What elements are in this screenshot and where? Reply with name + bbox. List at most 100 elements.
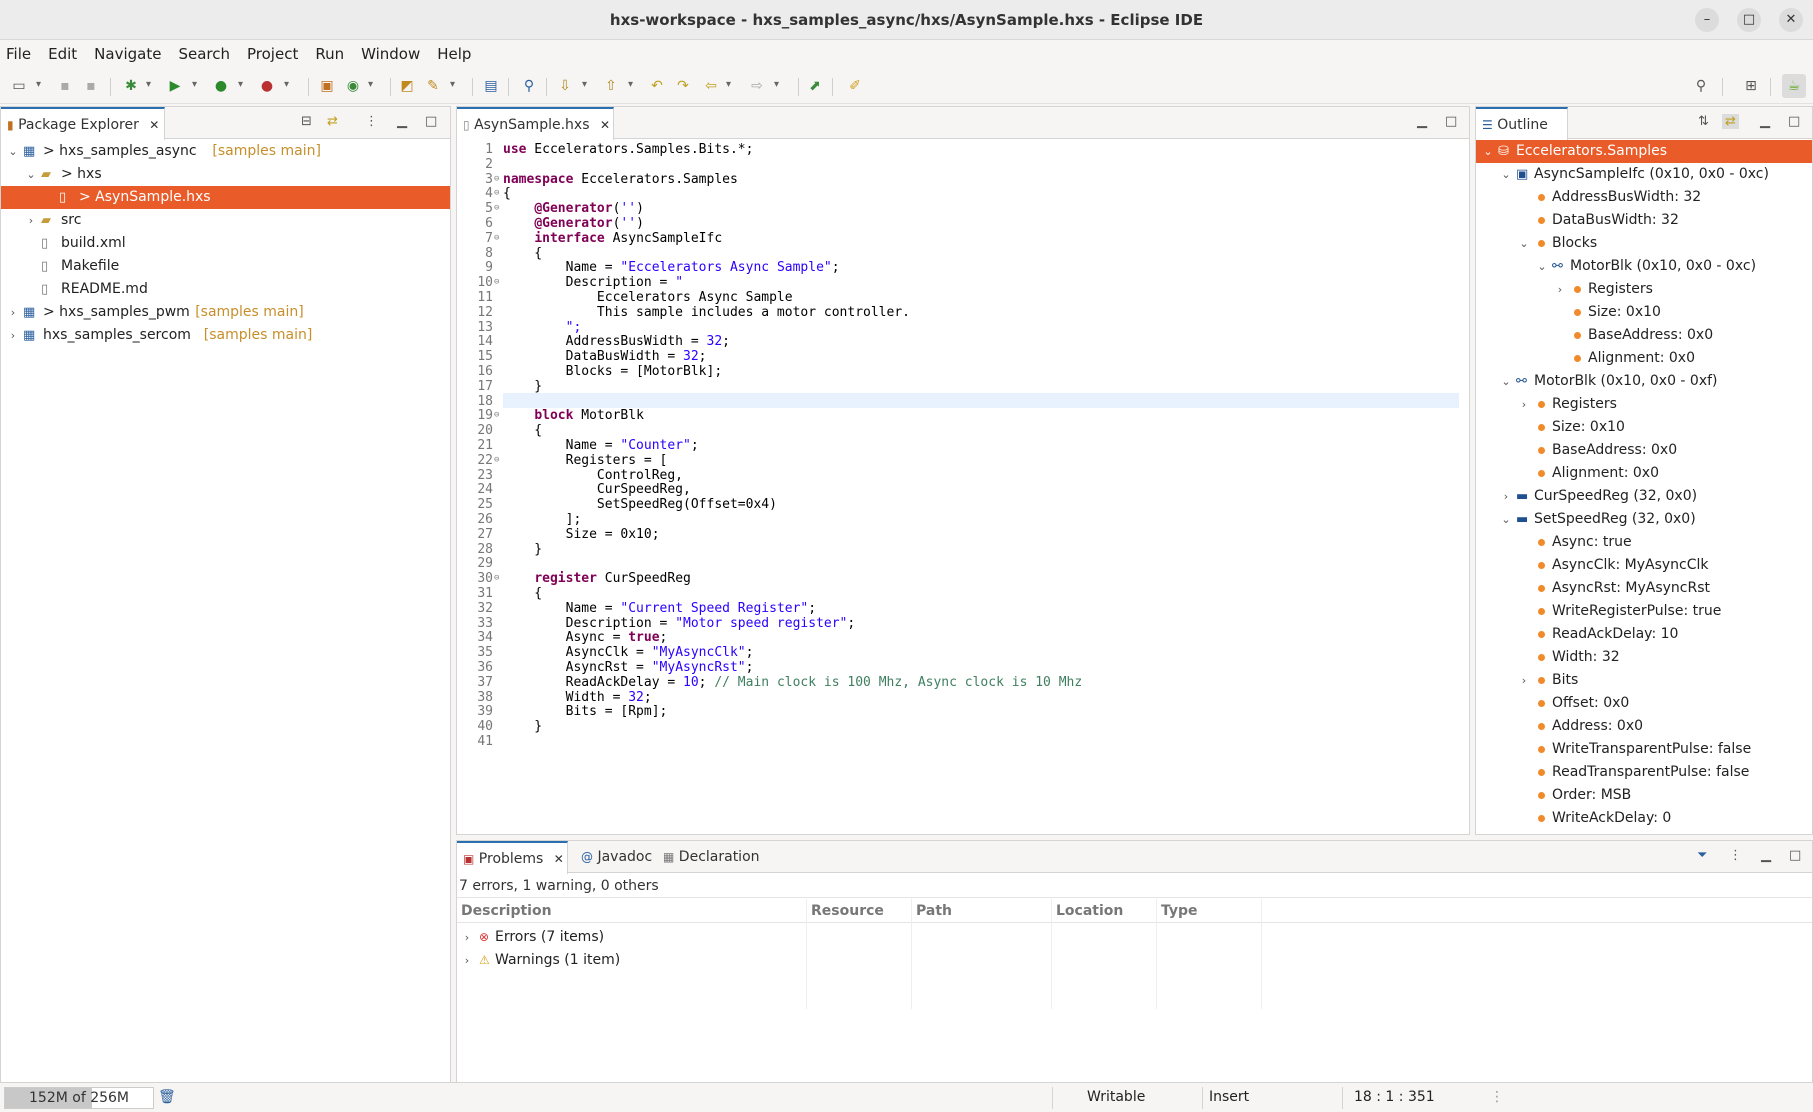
maximize-view-icon[interactable]: □ [1789, 848, 1801, 863]
chevron-down-icon[interactable]: ▾ [450, 79, 455, 90]
new-icon[interactable]: ▭ [10, 77, 28, 95]
chevron-down-icon[interactable]: ⌄ [25, 163, 37, 186]
open-type-icon[interactable]: ◩ [398, 77, 416, 95]
chevron-down-icon[interactable]: ▾ [146, 79, 151, 90]
column-path[interactable]: Path [916, 899, 952, 923]
minimize-view-icon[interactable]: ▁ [1761, 848, 1771, 863]
chevron-down-icon[interactable]: ⌄ [1500, 163, 1512, 186]
save-all-icon[interactable]: ▪ [82, 77, 100, 95]
outline-item[interactable]: DataBusWidth: 32 [1476, 209, 1812, 232]
menu-window[interactable]: Window [361, 45, 420, 63]
search-tool-icon[interactable]: ✎ [424, 77, 442, 95]
save-icon[interactable]: ▪ [56, 77, 74, 95]
outline-item[interactable]: ⌄ ⛁ Eccelerators.Samples [1476, 140, 1812, 163]
tree-item[interactable]: ⌄ ▰ > hxs [1, 163, 450, 186]
column-location[interactable]: Location [1056, 899, 1123, 923]
next-annotation-icon[interactable]: ⇩ [556, 77, 574, 95]
outline-item[interactable]: Alignment: 0x0 [1476, 347, 1812, 370]
close-icon[interactable]: ✕ [554, 852, 564, 866]
chevron-right-icon[interactable]: › [461, 949, 473, 972]
chevron-right-icon[interactable]: › [1518, 669, 1530, 692]
view-menu-icon[interactable]: ⋮ [1729, 848, 1742, 863]
outline-item[interactable]: ⌄ ▣ AsyncSampleIfc (0x10, 0x0 - 0xc) [1476, 163, 1812, 186]
back-icon[interactable]: ⇦ [702, 77, 720, 95]
close-icon[interactable]: ✕ [600, 118, 610, 132]
tree-item[interactable]: › ▦ > hxs_samples_pwm [samples main] [1, 301, 450, 324]
chevron-down-icon[interactable]: ⌄ [1500, 508, 1512, 531]
collapse-all-icon[interactable]: ⊟ [301, 114, 312, 129]
sort-icon[interactable]: ⇅ [1698, 114, 1709, 129]
outline-item[interactable]: Size: 0x10 [1476, 301, 1812, 324]
code-line[interactable]: 41 [457, 733, 1469, 750]
tab-problems[interactable]: ▣ Problems ✕ [457, 841, 568, 874]
outline-item[interactable]: › Registers [1476, 278, 1812, 301]
outline-item[interactable]: Offset: 0x0 [1476, 692, 1812, 715]
heap-status[interactable]: 152M of 256M [4, 1087, 154, 1109]
chevron-right-icon[interactable]: › [1554, 278, 1566, 301]
chevron-down-icon[interactable]: ⌄ [1518, 232, 1530, 255]
menu-help[interactable]: Help [437, 45, 471, 63]
trash-icon[interactable]: 🗑 [158, 1089, 176, 1105]
code-editor[interactable]: 1 use Eccelerators.Samples.Bits.*; 2 3 ⊖ name… [457, 140, 1469, 834]
chevron-down-icon[interactable]: ▾ [774, 79, 779, 90]
outline-item[interactable]: Address: 0x0 [1476, 715, 1812, 738]
outline-item[interactable]: WriteAckDelay: 0 [1476, 807, 1812, 830]
previous-annotation-icon[interactable]: ⇧ [602, 77, 620, 95]
chevron-right-icon[interactable]: › [1518, 393, 1530, 416]
tree-item[interactable]: ▯ README.md [1, 278, 450, 301]
outline-item[interactable]: WriteTransparentPulse: false [1476, 738, 1812, 761]
problems-row-errors[interactable]: › ⊗ Errors (7 items) [457, 926, 1812, 949]
minimize-view-icon[interactable]: ▁ [1760, 114, 1770, 129]
outline-item[interactable]: Order: MSB [1476, 784, 1812, 807]
menu-navigate[interactable]: Navigate [94, 45, 161, 63]
outline-item[interactable]: BaseAddress: 0x0 [1476, 324, 1812, 347]
minimize-button[interactable]: – [1695, 8, 1719, 32]
link-with-editor-icon[interactable]: ⇄ [327, 114, 338, 129]
outline-item[interactable]: ReadAckDelay: 10 [1476, 623, 1812, 646]
view-menu-icon[interactable]: ⋮ [365, 114, 378, 129]
new-class-icon[interactable]: ◉ [344, 77, 362, 95]
status-menu-icon[interactable]: ⋮ [1490, 1089, 1504, 1105]
chevron-down-icon[interactable]: ⌄ [1482, 140, 1494, 163]
outline-item[interactable]: ⌄ ⚯ MotorBlk (0x10, 0x0 - 0xc) [1476, 255, 1812, 278]
java-perspective-icon[interactable]: ☕ [1782, 74, 1806, 98]
outline-item[interactable]: ⌄ Blocks [1476, 232, 1812, 255]
console-icon[interactable]: ▤ [482, 77, 500, 95]
debug-icon[interactable]: ✱ [122, 77, 140, 95]
close-icon[interactable]: ✕ [149, 118, 159, 132]
outline-item[interactable]: ⌄ ▬ SetSpeedReg (32, 0x0) [1476, 508, 1812, 531]
forward-icon[interactable]: ⇨ [748, 77, 766, 95]
chevron-right-icon[interactable]: › [7, 301, 19, 324]
chevron-down-icon[interactable]: ▾ [628, 79, 633, 90]
outline-item[interactable]: › ▬ CurSpeedReg (32, 0x0) [1476, 485, 1812, 508]
chevron-down-icon[interactable]: ▾ [238, 79, 243, 90]
chevron-down-icon[interactable]: ▾ [726, 79, 731, 90]
pin-icon[interactable]: ✐ [846, 77, 864, 95]
outline-item[interactable]: Size: 0x10 [1476, 416, 1812, 439]
chevron-right-icon[interactable]: › [1500, 485, 1512, 508]
maximize-view-icon[interactable]: □ [1445, 114, 1457, 129]
tab-outline[interactable]: ☰ Outline ✕ [1476, 107, 1568, 164]
tree-item[interactable]: ⌄ ▦ > hxs_samples_async [samples main] [1, 140, 450, 163]
chevron-right-icon[interactable]: › [7, 324, 19, 347]
coverage-icon[interactable]: ● [212, 77, 230, 95]
outline-item[interactable]: Width: 32 [1476, 646, 1812, 669]
menu-project[interactable]: Project [247, 45, 298, 63]
open-task-icon[interactable]: ⬈ [806, 77, 824, 95]
menu-search[interactable]: Search [178, 45, 230, 63]
outline-item[interactable]: ⌄ ⚯ MotorBlk (0x10, 0x0 - 0xf) [1476, 370, 1812, 393]
outline-item[interactable]: AddressBusWidth: 32 [1476, 186, 1812, 209]
chevron-down-icon[interactable]: ⌄ [7, 140, 19, 163]
minimize-view-icon[interactable]: ▁ [1417, 114, 1427, 129]
external-tools-icon[interactable]: ● [258, 77, 276, 95]
chevron-down-icon[interactable]: ▾ [36, 79, 41, 90]
next-edit-icon[interactable]: ↷ [674, 77, 692, 95]
tab-declaration[interactable]: ▦ Declaration [657, 841, 760, 873]
tab-javadoc[interactable]: @ Javadoc [575, 841, 652, 873]
menu-edit[interactable]: Edit [48, 45, 77, 63]
maximize-view-icon[interactable]: □ [1788, 114, 1800, 129]
outline-item[interactable]: AsyncRst: MyAsyncRst [1476, 577, 1812, 600]
close-window-button[interactable]: ✕ [1779, 8, 1803, 32]
column-description[interactable]: Description [461, 899, 552, 923]
chevron-down-icon[interactable]: ⌄ [1536, 255, 1548, 278]
